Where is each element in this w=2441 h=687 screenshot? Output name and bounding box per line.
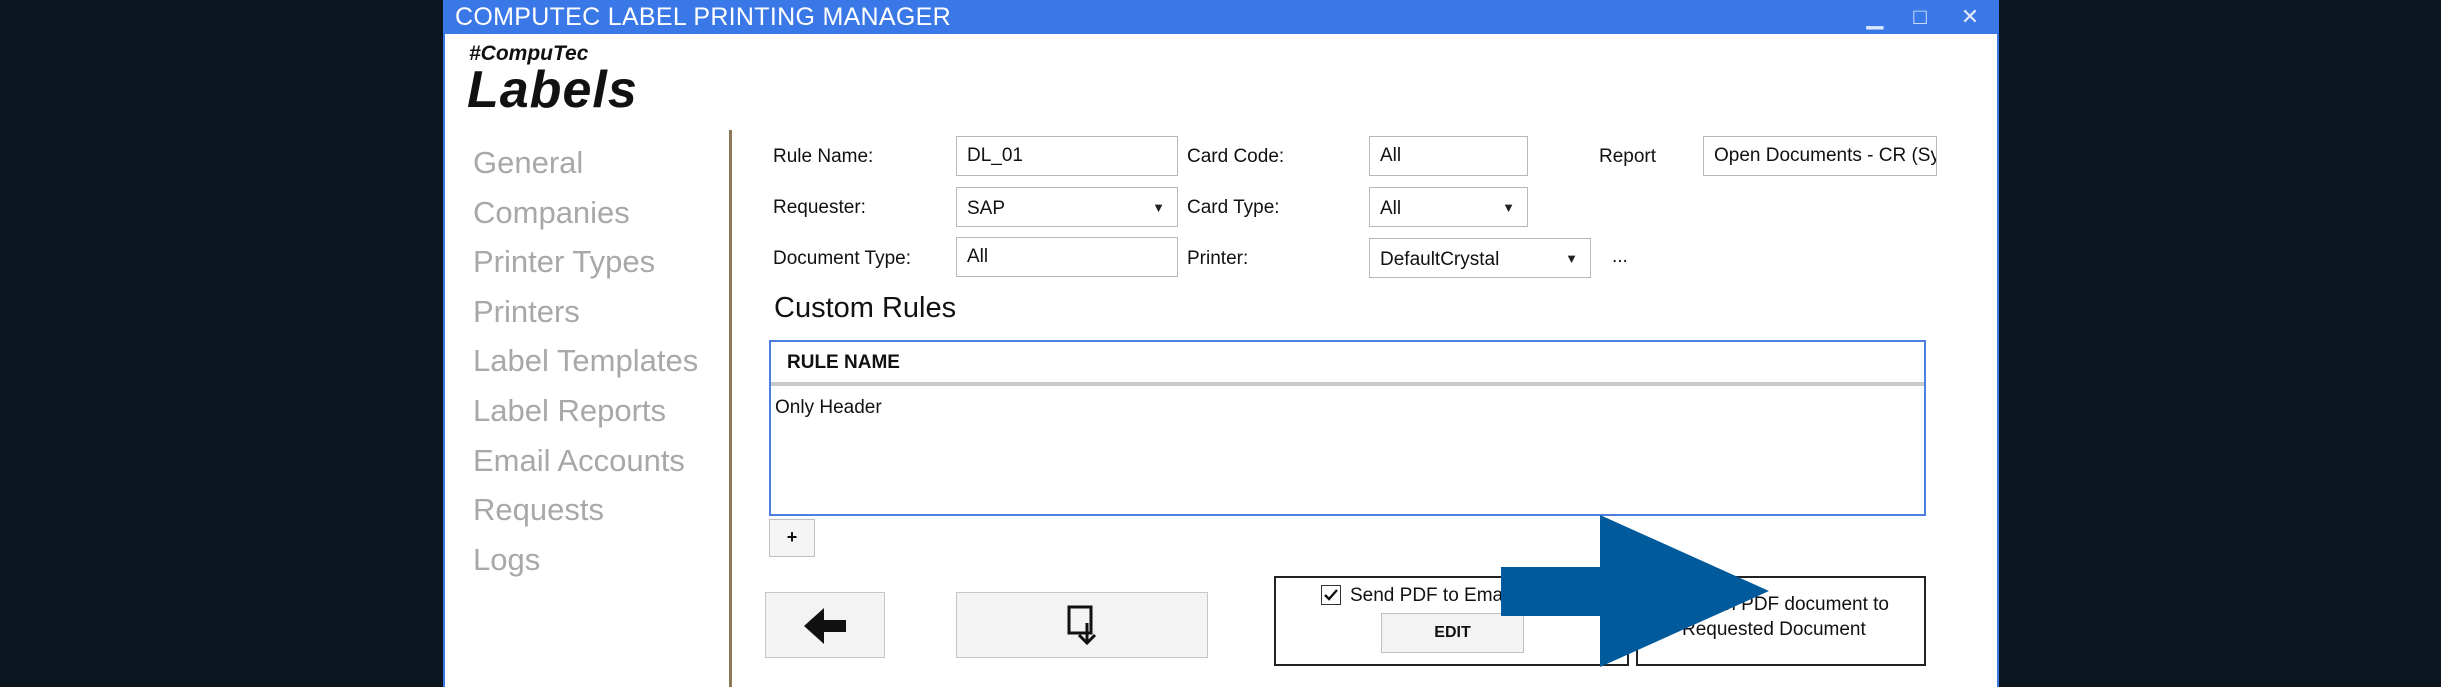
sidebar-item-label-reports[interactable]: Label Reports	[473, 388, 698, 438]
chevron-down-icon: ▼	[1152, 200, 1165, 215]
grid-header: RULE NAME	[771, 342, 1924, 386]
sidebar-item-email-accounts[interactable]: Email Accounts	[473, 438, 698, 488]
requester-dropdown[interactable]: SAP ▼	[956, 187, 1178, 227]
requester-label: Requester:	[773, 197, 866, 218]
printer-dropdown[interactable]: DefaultCrystal ▼	[1369, 238, 1591, 278]
document-type-input[interactable]: All	[956, 237, 1178, 277]
app-window: COMPUTEC LABEL PRINTING MANAGER ▁ □ ✕ #C…	[443, 0, 1999, 687]
maximize-icon[interactable]: □	[1895, 0, 1945, 34]
requester-value: SAP	[967, 198, 1006, 219]
table-row[interactable]: Only Header	[775, 397, 882, 419]
printer-label: Printer:	[1187, 248, 1249, 269]
add-rule-button[interactable]: +	[769, 519, 815, 557]
save-button[interactable]	[956, 592, 1208, 658]
printer-value: DefaultCrystal	[1380, 249, 1500, 270]
sidebar-item-printers[interactable]: Printers	[473, 289, 698, 339]
title-bar[interactable]: COMPUTEC LABEL PRINTING MANAGER ▁ □ ✕	[445, 0, 1997, 34]
card-code-input[interactable]: All	[1369, 136, 1528, 176]
sidebar-nav: General Companies Printer Types Printers…	[473, 140, 698, 586]
sidebar-divider	[729, 130, 732, 687]
sidebar-item-requests[interactable]: Requests	[473, 487, 698, 537]
brand-logo: Labels	[467, 61, 638, 119]
column-header-rule-name[interactable]: RULE NAME	[787, 352, 900, 374]
send-pdf-checkbox[interactable]	[1321, 585, 1341, 605]
report-label: Report	[1599, 146, 1657, 167]
sidebar-item-companies[interactable]: Companies	[473, 190, 698, 240]
card-type-dropdown[interactable]: All ▼	[1369, 187, 1528, 227]
custom-rules-grid[interactable]: RULE NAME Only Header	[769, 340, 1926, 516]
minimize-icon[interactable]: ▁	[1850, 0, 1900, 34]
rule-name-label: Rule Name:	[773, 146, 874, 167]
chevron-down-icon: ▼	[1565, 251, 1578, 266]
chevron-down-icon: ▼	[1502, 200, 1515, 215]
back-button[interactable]	[765, 592, 885, 658]
window-title: COMPUTEC LABEL PRINTING MANAGER	[455, 3, 951, 31]
arrow-left-icon	[804, 608, 846, 644]
sidebar-item-general[interactable]: General	[473, 140, 698, 190]
sidebar-item-logs[interactable]: Logs	[473, 537, 698, 587]
custom-rules-title: Custom Rules	[774, 292, 957, 324]
printer-browse-button[interactable]: ...	[1612, 246, 1628, 268]
rule-name-input[interactable]: DL_01	[956, 136, 1178, 176]
report-input[interactable]: Open Documents - CR (Sys	[1703, 136, 1937, 176]
highlight-arrow-icon	[1501, 515, 1769, 667]
save-download-icon	[1067, 605, 1097, 646]
card-code-label: Card Code:	[1187, 146, 1285, 167]
card-type-label: Card Type:	[1187, 197, 1280, 218]
close-icon[interactable]: ✕	[1945, 0, 1995, 34]
checkmark-icon	[1324, 589, 1338, 601]
card-type-value: All	[1380, 198, 1402, 219]
sidebar-item-label-templates[interactable]: Label Templates	[473, 338, 698, 388]
sidebar-item-printer-types[interactable]: Printer Types	[473, 239, 698, 289]
document-type-label: Document Type:	[773, 248, 912, 269]
